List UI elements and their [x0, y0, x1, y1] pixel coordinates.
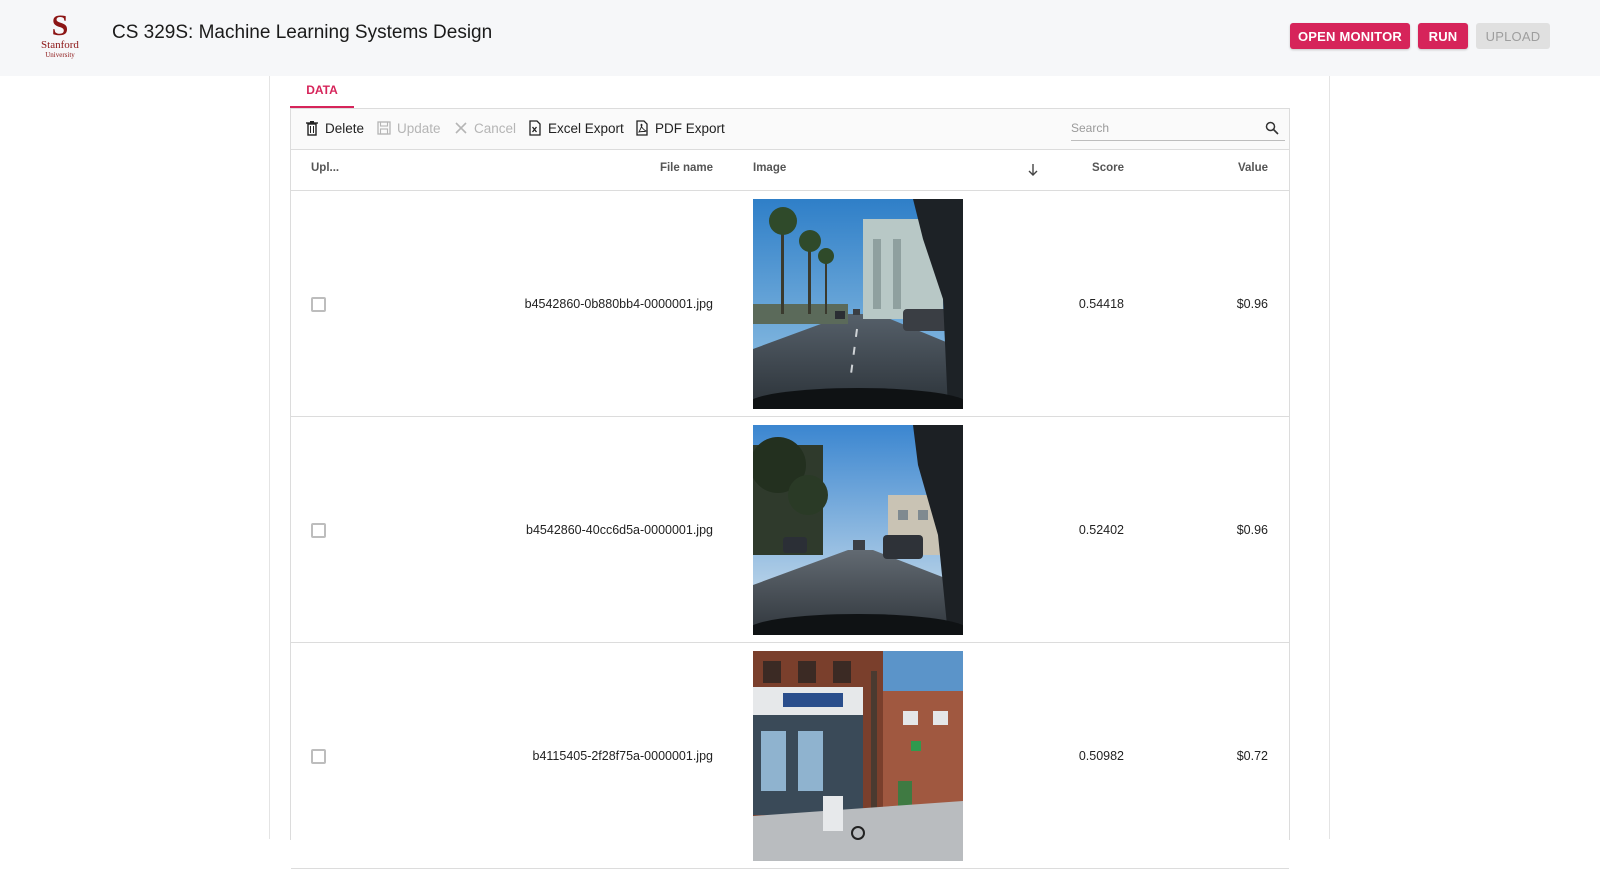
column-header-uploaded[interactable]: Upl... [311, 162, 339, 174]
table-row[interactable]: b4542860-40cc6d5a-0000001.jpg 0.52402 $0… [291, 417, 1289, 643]
delete-button[interactable]: Delete [305, 119, 364, 139]
value-cell: $0.96 [1236, 523, 1268, 537]
street-image-thumbnail [753, 425, 963, 635]
value-cell: $0.96 [1236, 297, 1268, 311]
row-checkbox[interactable] [311, 523, 326, 538]
search-icon[interactable] [1265, 121, 1279, 135]
excel-export-button[interactable]: Excel Export [528, 119, 624, 139]
row-checkbox[interactable] [311, 297, 326, 312]
score-cell: 0.52402 [1078, 523, 1124, 537]
table-header: Upl... File name Image Score Value [291, 150, 1289, 191]
file-name-cell: b4542860-40cc6d5a-0000001.jpg [526, 523, 713, 537]
score-cell: 0.50982 [1078, 749, 1124, 763]
arrow-down-icon[interactable] [1027, 163, 1039, 177]
file-name-cell: b4542860-0b880bb4-0000001.jpg [524, 297, 713, 311]
open-monitor-button[interactable]: OPEN MONITOR [1290, 23, 1410, 49]
run-button[interactable]: RUN [1418, 23, 1468, 49]
update-label: Update [397, 121, 441, 136]
excel-file-icon [529, 120, 541, 136]
cancel-button[interactable]: Cancel [454, 119, 516, 139]
pdf-file-icon [636, 120, 648, 136]
delete-label: Delete [325, 121, 365, 136]
main-panel: DATA Delete Update Cancel Excel Export P… [269, 76, 1330, 869]
app-header: S Stanford University CS 329S: Machine L… [0, 0, 1600, 76]
logo-subtitle: University [45, 51, 75, 59]
pdf-export-label: PDF Export [655, 121, 725, 136]
cancel-label: Cancel [474, 121, 517, 136]
score-cell: 0.54418 [1078, 297, 1124, 311]
table-row[interactable]: b4115405-2f28f75a-0000001.jpg 0.50982 $0… [291, 643, 1289, 869]
tab-data[interactable]: DATA [290, 76, 354, 108]
column-header-value[interactable]: Value [1238, 162, 1268, 174]
street-image-thumbnail [753, 651, 963, 861]
stanford-logo: S Stanford University [36, 9, 84, 64]
value-cell: $0.72 [1236, 749, 1268, 763]
search-input[interactable] [1071, 117, 1261, 139]
logo-name: Stanford [41, 39, 79, 51]
grid-toolbar: Delete Update Cancel Excel Export PDF Ex… [291, 109, 1289, 150]
excel-export-label: Excel Export [548, 121, 624, 136]
update-button[interactable]: Update [377, 119, 441, 139]
street-image-thumbnail [753, 199, 963, 409]
close-icon [455, 122, 467, 134]
table-row[interactable]: b4542860-0b880bb4-0000001.jpg 0.54418 $0… [291, 191, 1289, 417]
file-name-cell: b4115405-2f28f75a-0000001.jpg [532, 749, 714, 763]
save-icon [377, 121, 391, 135]
logo-mark: S [51, 9, 69, 42]
pdf-export-button[interactable]: PDF Export [635, 119, 725, 139]
data-grid: Delete Update Cancel Excel Export PDF Ex… [290, 108, 1290, 869]
row-checkbox[interactable] [311, 749, 326, 764]
trash-icon [306, 121, 318, 136]
column-header-file-name[interactable]: File name [660, 162, 713, 174]
upload-button[interactable]: UPLOAD [1476, 23, 1550, 49]
search-box [1071, 117, 1285, 141]
page-title: CS 329S: Machine Learning Systems Design [112, 22, 493, 43]
column-header-score[interactable]: Score [1092, 162, 1124, 174]
column-header-image[interactable]: Image [753, 162, 786, 174]
